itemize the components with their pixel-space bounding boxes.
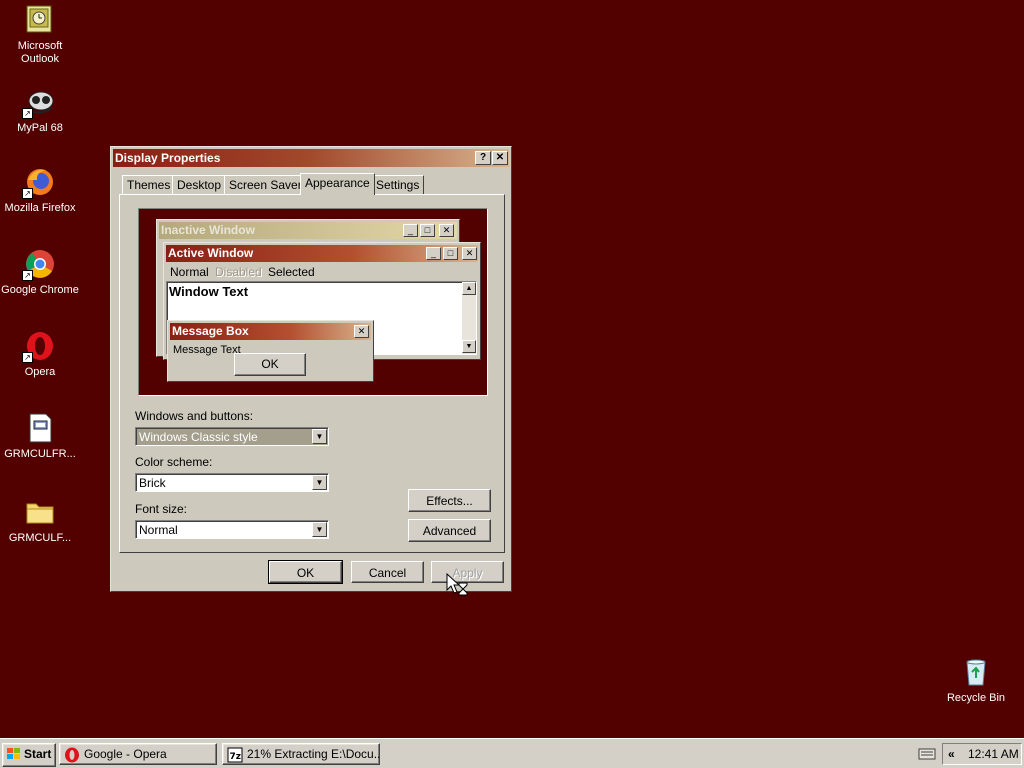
desktop-icon-opera[interactable]: ↗ Opera (0, 330, 80, 379)
svg-text:7z: 7z (230, 752, 242, 762)
document-icon (24, 412, 56, 444)
preview-menu-selected: Selected (268, 265, 315, 279)
taskbar-item-label: 21% Extracting E:\Docu... (247, 747, 380, 761)
color-scheme-value: Brick (139, 476, 166, 490)
desktop-icon-grmculfr-document[interactable]: GRMCULFR... (0, 412, 80, 461)
shortcut-arrow-icon: ↗ (22, 188, 33, 199)
tab-settings[interactable]: Settings (371, 175, 425, 194)
windows-logo-icon (6, 747, 22, 767)
keyboard-icon[interactable] (918, 748, 936, 763)
preview-ok-button: OK (234, 353, 306, 376)
desktop-icon-label: GRMCULFR... (4, 448, 76, 460)
chrome-icon: ↗ (22, 248, 56, 281)
tab-appearance[interactable]: Appearance (300, 173, 375, 195)
preview-window-text: Window Text (169, 284, 249, 299)
system-tray: « 12:41 AM (942, 743, 1022, 765)
font-size-value: Normal (139, 523, 178, 537)
chevron-down-icon[interactable]: ▼ (312, 475, 327, 490)
close-icon: ✕ (439, 224, 454, 237)
opera-icon (64, 747, 80, 764)
desktop-icon-recycle-bin[interactable]: Recycle Bin (936, 656, 1016, 705)
shortcut-arrow-icon: ↗ (22, 352, 33, 363)
minimize-icon: _ (426, 247, 441, 260)
display-properties-dialog: Display Properties ? ✕ Themes Desktop Sc… (110, 146, 512, 592)
clock[interactable]: 12:41 AM (968, 744, 1019, 764)
taskbar-item-opera[interactable]: Google - Opera (59, 743, 217, 765)
windows-and-buttons-select[interactable]: Windows Classic style ▼ (135, 427, 329, 446)
windows-and-buttons-label: Windows and buttons: (135, 409, 254, 423)
scroll-up-icon: ▲ (462, 282, 476, 295)
taskbar: Start Google - Opera 7z 21% Extracting E… (0, 738, 1024, 768)
preview-active-title: Active Window (168, 246, 254, 260)
desktop-icon-label: Mozilla Firefox (4, 202, 76, 214)
desktop-icon-grmculf-folder[interactable]: GRMCULF... (0, 496, 80, 545)
desktop-icon-label: Opera (24, 366, 56, 378)
preview-message-box-title: Message Box (172, 324, 249, 338)
7zip-icon: 7z (227, 747, 243, 764)
tab-screen-saver[interactable]: Screen Saver (224, 175, 307, 194)
outlook-icon (24, 4, 56, 36)
shortcut-arrow-icon: ↗ (22, 108, 33, 119)
firefox-icon: ↗ (22, 166, 56, 199)
mouse-cursor-icon (446, 572, 468, 600)
tray-chevron-icon[interactable]: « (948, 744, 955, 764)
desktop-icon-chrome[interactable]: ↗ Google Chrome (0, 248, 80, 297)
preview-message-box-titlebar: Message Box (170, 323, 371, 340)
minimize-icon: _ (403, 224, 418, 237)
preview-message-text: Message Text (173, 344, 241, 356)
recycle-bin-icon (960, 656, 992, 688)
desktop-icon-label: GRMCULF... (8, 532, 72, 544)
advanced-button[interactable]: Advanced (408, 519, 491, 542)
ok-button[interactable]: OK (268, 560, 343, 584)
maximize-icon: □ (420, 224, 435, 237)
shortcut-arrow-icon: ↗ (22, 270, 33, 281)
dialog-titlebar[interactable]: Display Properties ? ✕ (113, 149, 509, 167)
effects-button[interactable]: Effects... (408, 489, 491, 512)
desktop-icon-firefox[interactable]: ↗ Mozilla Firefox (0, 166, 80, 215)
preview-menu-disabled: Disabled (215, 265, 262, 279)
tab-themes[interactable]: Themes (122, 175, 176, 194)
cancel-button[interactable]: Cancel (351, 561, 424, 583)
close-button[interactable]: ✕ (492, 151, 508, 165)
color-scheme-select[interactable]: Brick ▼ (135, 473, 329, 492)
maximize-icon: □ (443, 247, 458, 260)
desktop-icon-label: MyPal 68 (17, 122, 63, 134)
start-button[interactable]: Start (2, 743, 56, 767)
scroll-down-icon: ▼ (462, 340, 476, 353)
help-button[interactable]: ? (475, 151, 491, 165)
preview-message-box: Message Box ✕ Message Text OK (167, 320, 374, 382)
chevron-down-icon[interactable]: ▼ (312, 429, 327, 444)
desktop-icon-mypal[interactable]: ↗ MyPal 68 (0, 86, 80, 135)
close-icon: ✕ (354, 325, 369, 338)
desktop-icon-outlook[interactable]: Microsoft Outlook (0, 4, 80, 66)
windows-and-buttons-value: Windows Classic style (139, 430, 258, 444)
appearance-tab-panel: Inactive Window _ □ ✕ Active Window _ □ … (119, 194, 505, 553)
mypal-icon: ↗ (22, 86, 56, 119)
folder-icon (24, 496, 56, 528)
dialog-title: Display Properties (115, 151, 221, 165)
taskbar-item-7zip-extracting[interactable]: 7z 21% Extracting E:\Docu... (222, 743, 380, 765)
start-label: Start (24, 747, 52, 761)
desktop-icon-label: Google Chrome (1, 284, 79, 296)
opera-icon: ↗ (22, 330, 56, 363)
preview-scrollbar: ▲ ▼ (462, 282, 476, 354)
taskbar-item-label: Google - Opera (84, 747, 167, 761)
preview-inactive-title: Inactive Window (161, 223, 255, 237)
close-icon: ✕ (462, 247, 477, 260)
desktop-icon-label: Recycle Bin (946, 692, 1006, 704)
appearance-preview: Inactive Window _ □ ✕ Active Window _ □ … (138, 208, 488, 396)
preview-menu-normal: Normal (170, 265, 209, 279)
font-size-label: Font size: (135, 502, 188, 516)
tab-desktop[interactable]: Desktop (172, 175, 227, 194)
font-size-select[interactable]: Normal ▼ (135, 520, 329, 539)
desktop-icon-label: Microsoft Outlook (17, 40, 63, 65)
color-scheme-label: Color scheme: (135, 455, 213, 469)
chevron-down-icon[interactable]: ▼ (312, 522, 327, 537)
